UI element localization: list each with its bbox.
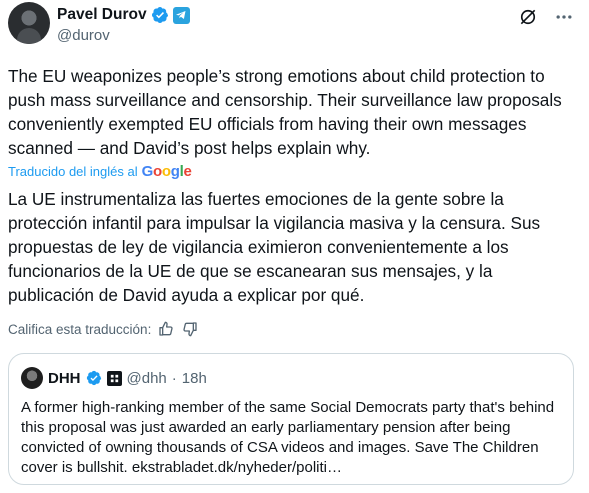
translation-attribution: Traducido del inglés al Google <box>8 163 192 180</box>
google-logo: Google <box>141 163 192 180</box>
quoted-author-avatar[interactable] <box>21 367 43 389</box>
quoted-author-handle[interactable]: @dhh <box>127 370 167 387</box>
quoted-tweet-time[interactable]: 18h <box>182 370 207 387</box>
quoted-tweet[interactable]: DHH @dhh · 18h A former high-ranking mem… <box>8 353 574 485</box>
quoted-tweet-text: A former high-ranking member of the same… <box>21 399 555 476</box>
more-options-icon[interactable] <box>553 6 575 28</box>
grok-icon[interactable] <box>517 6 539 28</box>
author-header: Pavel Durov <box>57 6 190 24</box>
author-name[interactable]: Pavel Durov <box>57 6 147 24</box>
telegram-affiliate-icon[interactable] <box>172 6 190 24</box>
verified-check-icon <box>86 370 101 386</box>
thumbs-up-icon[interactable] <box>157 320 175 338</box>
verified-check-icon <box>151 6 168 24</box>
translation-text: La UE instrumentaliza las fuertes emocio… <box>8 189 541 305</box>
tweet-text: The EU weaponizes people’s strong emotio… <box>8 66 562 158</box>
tweet-actions-top <box>517 6 575 28</box>
quoted-tweet-header: DHH @dhh · 18h <box>21 367 207 389</box>
quoted-author-name[interactable]: DHH <box>48 370 81 387</box>
separator-dot: · <box>171 369 177 387</box>
rate-translation: Califica esta traducción: <box>8 320 199 338</box>
thumbs-down-icon[interactable] <box>181 320 199 338</box>
author-handle[interactable]: @durov <box>57 27 110 44</box>
affiliate-badge-icon[interactable] <box>106 370 122 386</box>
rate-label: Califica esta traducción: <box>8 321 152 337</box>
author-avatar[interactable] <box>8 2 50 44</box>
translated-label: Traducido del inglés al <box>8 164 138 179</box>
